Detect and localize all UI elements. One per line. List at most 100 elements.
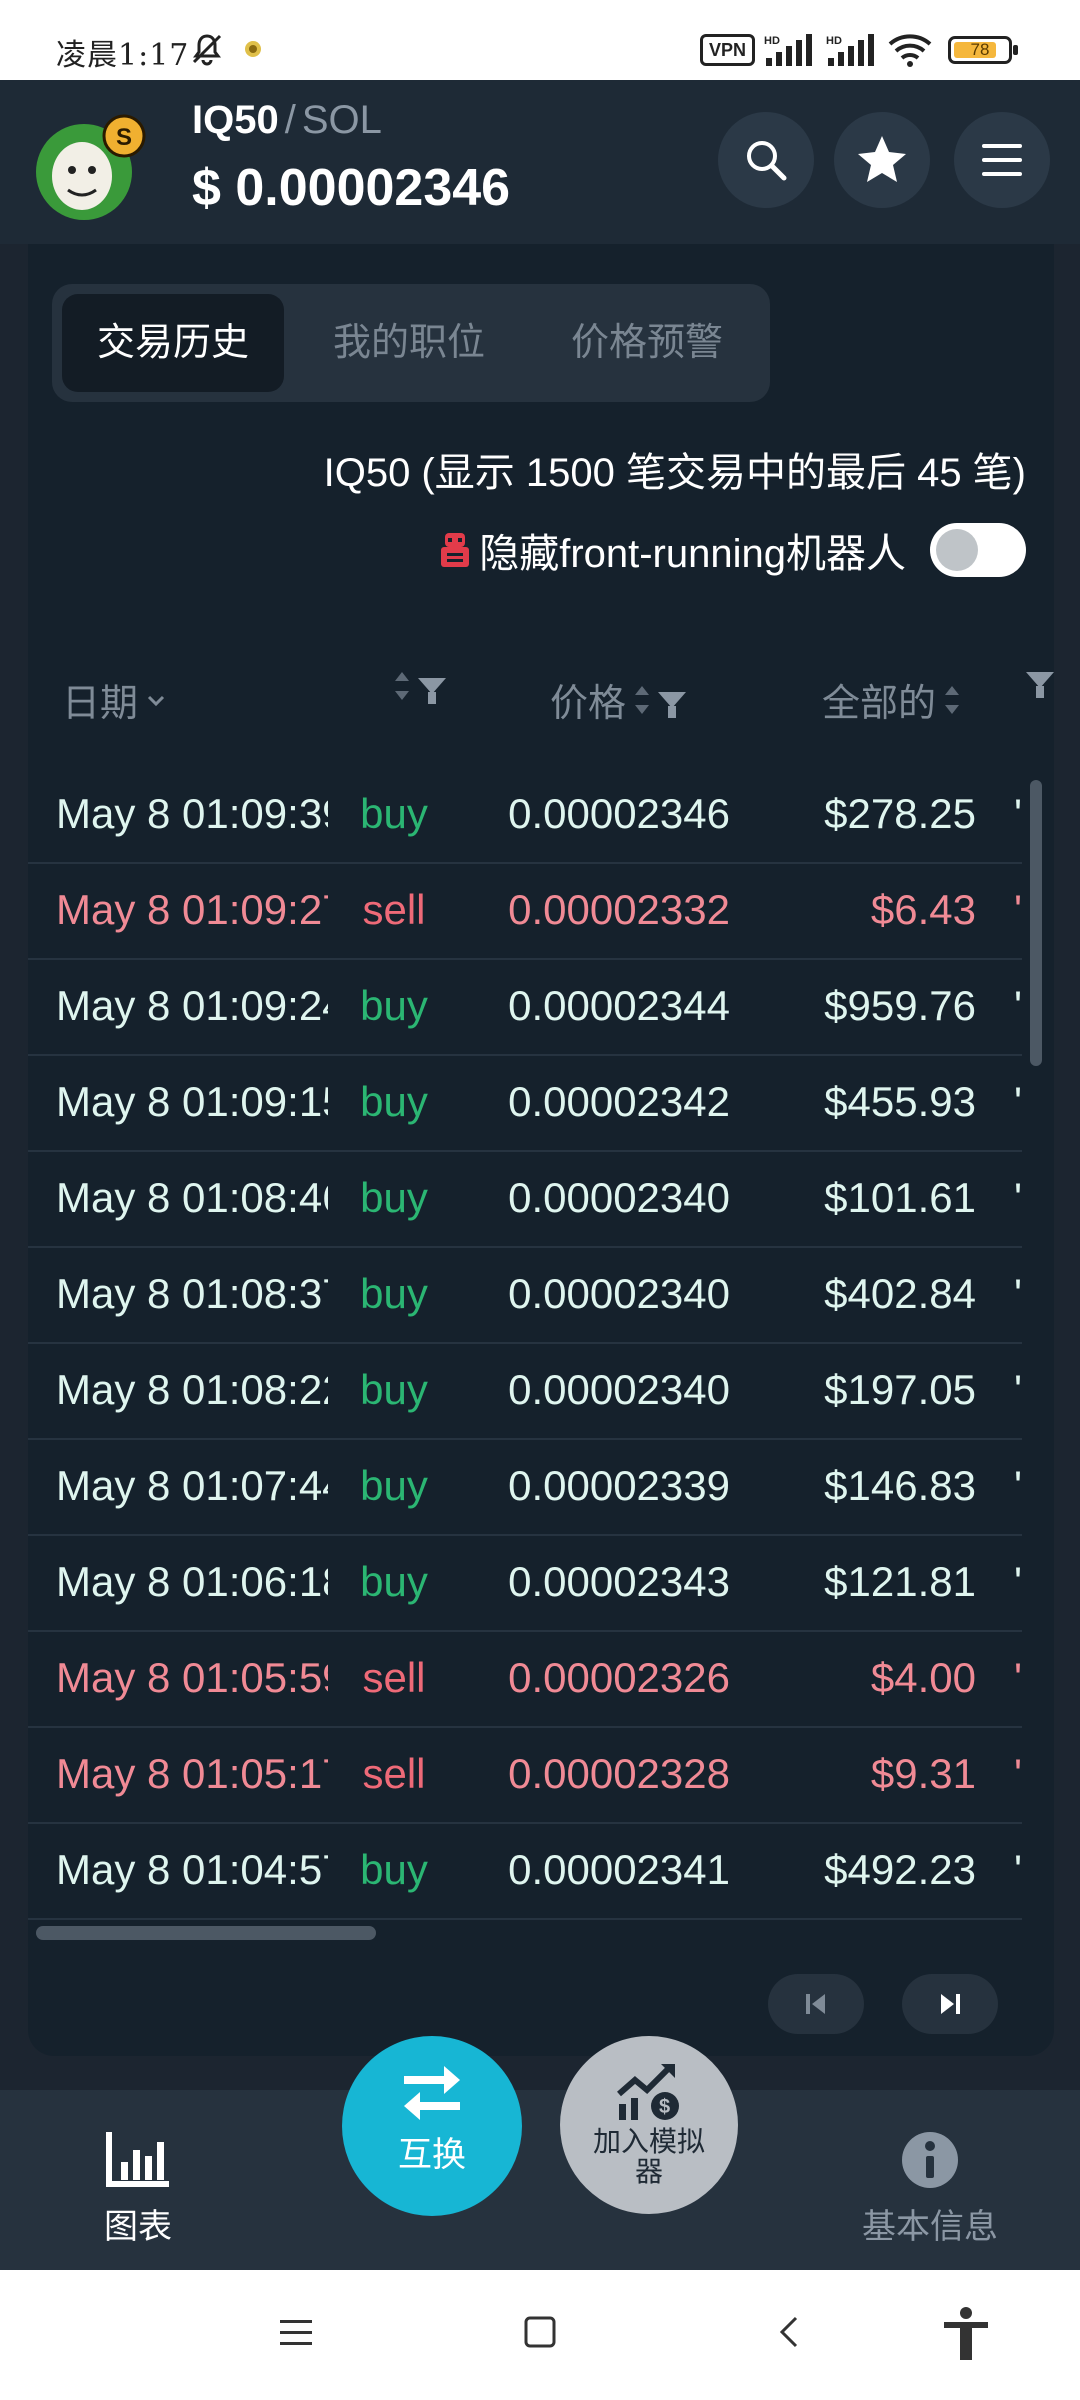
svg-text:HD: HD	[826, 35, 842, 47]
trade-side: buy	[360, 1558, 428, 1605]
svg-text:HD: HD	[764, 35, 780, 47]
hide-bots-toggle[interactable]	[930, 523, 1026, 577]
status-time: 凌晨1:17	[56, 38, 190, 73]
svg-text:$: $	[659, 2096, 670, 2118]
app-notification-icon	[245, 41, 261, 57]
simulator-icon: $	[617, 2064, 679, 2120]
swap-label: 互换	[398, 2136, 466, 2174]
sort-icon[interactable]	[394, 672, 410, 700]
trade-date: May 8 01:08:37	[56, 1270, 328, 1317]
column-total[interactable]: 全部的	[822, 672, 960, 727]
trade-side: sell	[362, 1750, 426, 1797]
trades-table[interactable]: May 8 01:09:39 buy 0.00002346 $278.25 ' …	[28, 768, 1028, 1948]
table-row[interactable]: May 8 01:04:57 buy 0.00002341 $492.23 '	[28, 1824, 1022, 1920]
trade-date: May 8 01:09:27	[56, 886, 328, 933]
table-row[interactable]: May 8 01:09:39 buy 0.00002346 $278.25 '	[28, 768, 1022, 864]
trades-summary: IQ50 (显示 1500 笔交易中的最后 45 笔)	[323, 451, 1026, 495]
swap-button[interactable]: 互换	[342, 2036, 522, 2216]
column-date[interactable]: 日期	[62, 672, 168, 727]
tab-price-alerts[interactable]: 价格预警	[536, 294, 758, 392]
sort-icon[interactable]	[634, 685, 650, 714]
accessibility-icon[interactable]	[940, 2306, 992, 2362]
trade-date: May 8 01:06:18	[56, 1558, 328, 1605]
vertical-scrollbar[interactable]	[1030, 780, 1042, 1066]
column-price[interactable]: 价格	[550, 672, 687, 727]
token-header: S IQ50/SOL $ 0.00002346	[0, 80, 1080, 244]
trade-total: $197.05	[824, 1366, 976, 1413]
trade-price: 0.00002328	[508, 1750, 730, 1797]
favorite-button[interactable]	[834, 112, 930, 208]
info-icon	[902, 2132, 958, 2188]
signal-icon-2: HD	[826, 34, 874, 66]
token-logo: S	[36, 114, 146, 220]
chevron-down-icon	[147, 695, 165, 706]
filter-icon[interactable]	[1026, 672, 1054, 698]
trade-price: 0.00002339	[508, 1462, 730, 1509]
hide-bots-row: 隐藏front-running机器人	[439, 520, 1026, 580]
table-row[interactable]: May 8 01:08:37 buy 0.00002340 $402.84 '	[28, 1248, 1022, 1344]
trade-price: 0.00002346	[508, 790, 730, 837]
table-row[interactable]: May 8 01:07:44 buy 0.00002339 $146.83 '	[28, 1440, 1022, 1536]
trade-total: $6.43	[870, 886, 976, 933]
tab-trade-history[interactable]: 交易历史	[62, 294, 284, 392]
nav-info[interactable]: 基本信息	[846, 2130, 1014, 2248]
panel-tabs: 交易历史 我的职位 价格预警	[52, 284, 770, 402]
table-row[interactable]: May 8 01:09:15 buy 0.00002342 $455.93 '	[28, 1056, 1022, 1152]
last-page-icon	[941, 1994, 960, 2014]
back-icon[interactable]	[770, 2312, 810, 2352]
trade-price: 0.00002332	[508, 886, 730, 933]
home-icon[interactable]	[520, 2312, 560, 2352]
trade-price: 0.00002342	[508, 1078, 730, 1125]
join-simulator-button[interactable]: $ 加入模拟器	[560, 2036, 738, 2214]
menu-button[interactable]	[954, 112, 1050, 208]
table-row[interactable]: May 8 01:08:22 buy 0.00002340 $197.05 '	[28, 1344, 1022, 1440]
trade-date: May 8 01:09:39	[56, 790, 328, 837]
trade-side: sell	[362, 1654, 426, 1701]
search-icon	[747, 141, 787, 181]
trades-panel: 交易历史 我的职位 价格预警 IQ50 (显示 1500 笔交易中的最后 45 …	[28, 244, 1054, 2056]
filter-icon[interactable]	[658, 691, 687, 718]
trade-side: buy	[360, 1078, 428, 1125]
trade-total: $492.23	[824, 1846, 976, 1893]
menu-icon	[982, 144, 1022, 176]
trade-total: $4.00	[870, 1654, 976, 1701]
current-price: $ 0.00002346	[192, 159, 511, 217]
battery-indicator: 78	[948, 36, 1018, 64]
trade-price: 0.00002343	[508, 1558, 730, 1605]
table-row[interactable]: May 8 01:09:24 buy 0.00002344 $959.76 '	[28, 960, 1022, 1056]
search-button[interactable]	[718, 112, 814, 208]
trade-date: May 8 01:04:57	[56, 1846, 328, 1893]
column-extra[interactable]	[1018, 672, 1054, 698]
trade-total: $278.25	[824, 790, 976, 837]
horizontal-scrollbar[interactable]	[36, 1926, 376, 1940]
bot-icon	[441, 533, 470, 567]
trade-price: 0.00002326	[508, 1654, 730, 1701]
hide-bots-label: 隐藏front-running机器人	[479, 532, 906, 576]
trade-side: buy	[360, 1462, 428, 1509]
status-bar: 凌晨1:17 VPN HD HD 78	[0, 0, 1080, 80]
table-row[interactable]: May 8 01:05:59 sell 0.00002326 $4.00 '	[28, 1632, 1022, 1728]
quote-symbol: SOL	[301, 98, 382, 142]
first-page-button[interactable]	[768, 1974, 864, 2034]
last-page-button[interactable]	[902, 1974, 998, 2034]
trade-price: 0.00002344	[508, 982, 730, 1029]
recents-icon[interactable]	[276, 2312, 316, 2352]
star-icon	[858, 136, 906, 182]
table-row[interactable]: May 8 01:06:18 buy 0.00002343 $121.81 '	[28, 1536, 1022, 1632]
table-row[interactable]: May 8 01:05:17 sell 0.00002328 $9.31 '	[28, 1728, 1022, 1824]
table-row[interactable]: May 8 01:08:46 buy 0.00002340 $101.61 '	[28, 1152, 1022, 1248]
column-price-label: 价格	[550, 683, 627, 725]
trade-date: May 8 01:08:22	[56, 1366, 328, 1413]
simulator-label: 加入模拟器	[592, 2126, 705, 2187]
column-side[interactable]	[386, 672, 446, 704]
trade-date: May 8 01:07:44	[56, 1462, 328, 1509]
sort-icon[interactable]	[944, 685, 960, 714]
table-row[interactable]: May 8 01:09:27 sell 0.00002332 $6.43 '	[28, 864, 1022, 960]
nav-chart[interactable]: 图表	[78, 2130, 198, 2248]
trade-date: May 8 01:05:17	[56, 1750, 328, 1797]
trade-total: $402.84	[824, 1270, 976, 1317]
trade-date: May 8 01:09:15	[56, 1078, 328, 1125]
filter-icon[interactable]	[418, 678, 446, 704]
tab-my-positions[interactable]: 我的职位	[298, 294, 520, 392]
trade-side: buy	[360, 982, 428, 1029]
